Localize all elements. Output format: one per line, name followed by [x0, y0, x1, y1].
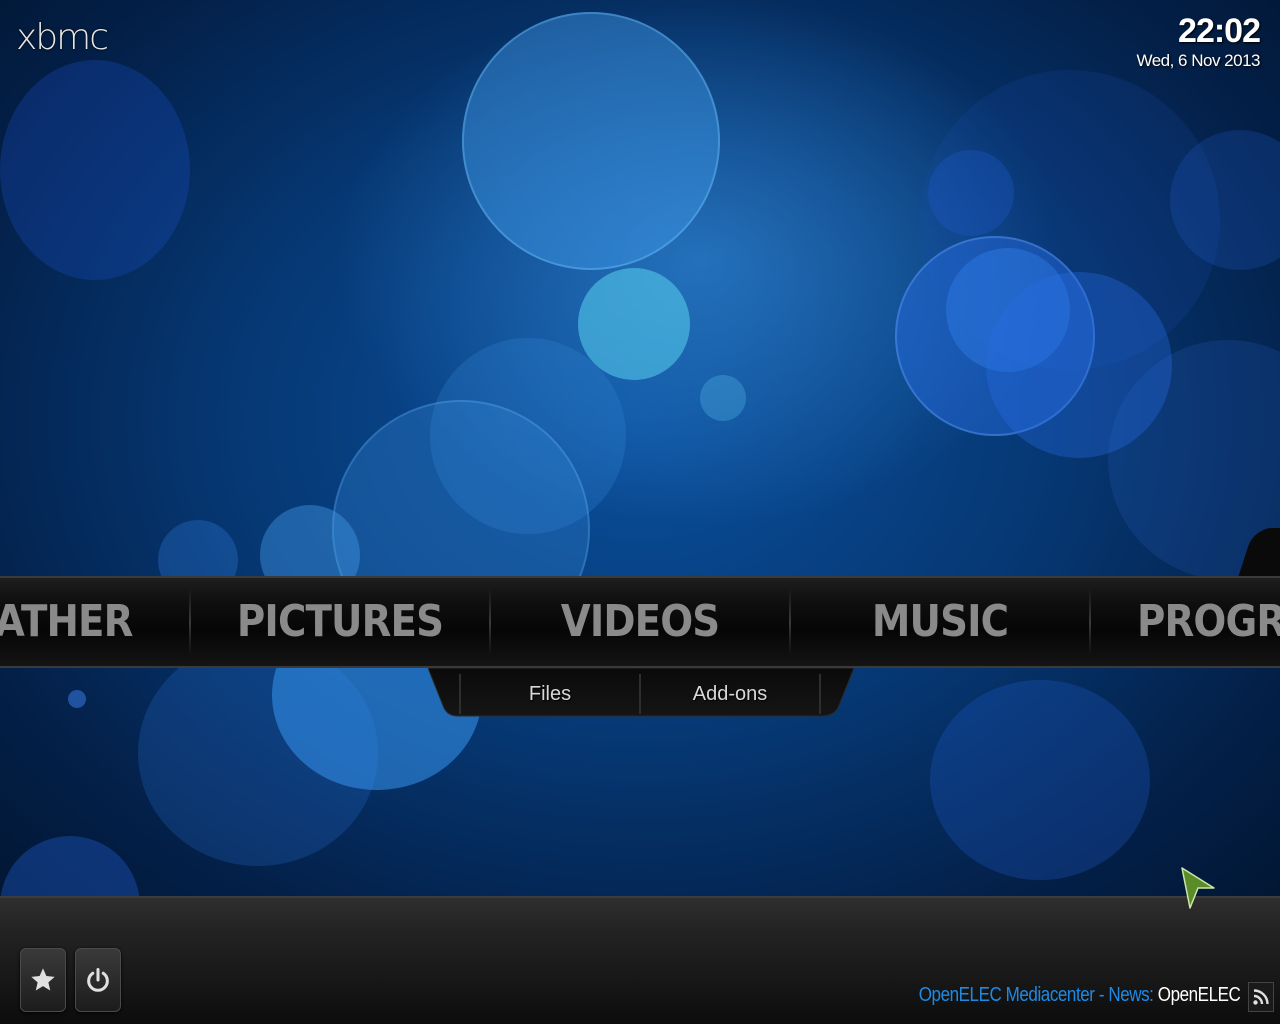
menu-item-pictures[interactable]: PICTURES — [208, 578, 472, 666]
submenu-item-add-ons[interactable]: Add-ons — [640, 672, 820, 716]
xbmc-logo: xbmc — [16, 17, 109, 58]
clock-date: Wed, 6 Nov 2013 — [1136, 51, 1260, 70]
background-bokeh — [138, 640, 378, 866]
background-bokeh — [946, 248, 1070, 372]
bottom-bar: OpenELEC Mediacenter - News: OpenELEC — [0, 896, 1280, 1024]
submenu: Files Add-ons — [428, 668, 854, 718]
clock: 22:02 Wed, 6 Nov 2013 — [1136, 12, 1261, 72]
menu-divider — [489, 588, 491, 656]
background-bokeh — [920, 70, 1220, 370]
menu-tab-corner — [1237, 528, 1280, 578]
menu-item-programs[interactable]: PROGRAMS — [1126, 578, 1280, 666]
background-bokeh — [0, 60, 190, 280]
background-bokeh — [462, 12, 720, 270]
news-headline[interactable]: OpenELEC — [1157, 984, 1240, 1006]
menu-item-weather[interactable]: WEATHER — [0, 578, 162, 666]
background-bokeh — [1170, 130, 1280, 270]
background-bokeh — [895, 236, 1095, 436]
mouse-cursor-icon — [1181, 867, 1215, 909]
background-bokeh — [986, 272, 1172, 458]
background-bokeh — [430, 338, 626, 534]
menu-item-music[interactable]: MUSIC — [808, 578, 1072, 666]
submenu-item-files[interactable]: Files — [460, 672, 640, 716]
menu-divider — [1089, 588, 1091, 656]
menu-divider — [189, 588, 191, 656]
xbmc-home-screen: xbmc 22:02 Wed, 6 Nov 2013 WEATHER PICTU… — [0, 0, 1280, 1024]
background-bokeh — [930, 680, 1150, 880]
rss-feed-icon — [1253, 989, 1269, 1005]
favourites-button[interactable] — [20, 948, 66, 1012]
power-icon — [87, 967, 109, 992]
menu-divider — [789, 588, 791, 656]
news-ticker: OpenELEC Mediacenter - News: OpenELEC — [918, 984, 1240, 1007]
news-source: OpenELEC Mediacenter - News: — [918, 984, 1154, 1006]
submenu-divider — [819, 674, 821, 714]
background-bokeh — [700, 375, 746, 421]
clock-time: 22:02 — [1178, 12, 1261, 50]
background-bokeh — [68, 690, 86, 708]
background-bokeh — [578, 268, 690, 380]
rss-icon[interactable] — [1248, 982, 1274, 1012]
power-button[interactable] — [75, 948, 121, 1012]
background-bokeh — [928, 150, 1014, 236]
menu-item-videos[interactable]: VIDEOS — [508, 578, 772, 666]
star-icon — [31, 968, 55, 991]
main-menu: WEATHER PICTURES VIDEOS MUSIC PROGRAMS — [0, 576, 1280, 668]
